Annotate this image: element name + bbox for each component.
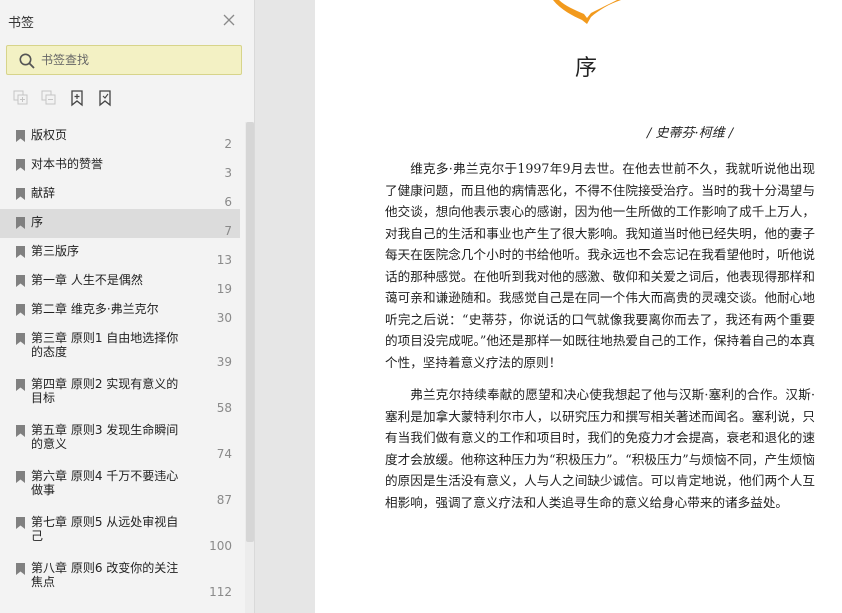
bookmark-label: 第六章 原则4 千万不要违心做事 xyxy=(31,469,179,497)
bookmark-page: 87 xyxy=(216,493,232,507)
body-paragraph: 弗兰克尔持续奉献的愿望和决心使我想起了他与汉斯·塞利的合作。汉斯·塞利是加拿大蒙… xyxy=(385,387,815,510)
bookmark-label: 第四章 原则2 实现有意义的目标 xyxy=(31,377,179,405)
bookmark-flag-icon xyxy=(16,130,25,142)
bookmark-flag-icon xyxy=(16,275,25,287)
bookmark-icon[interactable] xyxy=(96,89,114,107)
bookmark-item[interactable]: 第二章 维克多·弗兰克尔 30 xyxy=(0,296,240,325)
bookmark-label: 第二章 维克多·弗兰克尔 xyxy=(31,302,159,316)
document-page: 序 / 史蒂芬·柯维 / 维克多·弗兰克尔于1997年9月去世。在他去世前不久，… xyxy=(315,0,842,613)
close-icon[interactable] xyxy=(221,12,237,28)
sidebar-title: 书签 xyxy=(8,16,35,31)
bookmark-item[interactable]: 版权页 2 xyxy=(0,122,240,151)
bookmark-page: 6 xyxy=(224,195,232,209)
bookmark-flag-icon xyxy=(16,304,25,316)
bookmark-page: 74 xyxy=(216,447,232,461)
bookmark-label: 第三章 原则1 自由地选择你的态度 xyxy=(31,331,179,359)
bookmark-item[interactable]: 第三章 原则1 自由地选择你的态度 39 xyxy=(0,325,240,371)
bookmark-search-input[interactable] xyxy=(41,46,236,74)
bookmark-label: 献辞 xyxy=(31,186,56,200)
add-bookmark-icon[interactable] xyxy=(68,89,86,107)
bookmark-flag-icon xyxy=(16,188,25,200)
bookmark-item[interactable]: 第五章 原则3 发现生命瞬间的意义 74 xyxy=(0,417,240,463)
bookmark-page: 39 xyxy=(216,355,232,369)
bookmark-flag-icon xyxy=(16,425,25,437)
bookmark-flag-icon xyxy=(16,471,25,483)
bookmark-page: 19 xyxy=(216,282,232,296)
bookmark-item[interactable]: 第八章 原则6 改变你的关注焦点 112 xyxy=(0,555,240,601)
bookmark-page: 30 xyxy=(216,311,232,325)
bookmark-page: 112 xyxy=(209,585,232,599)
bookmark-page: 3 xyxy=(224,166,232,180)
bookmark-sidebar: 书签 版权 xyxy=(0,0,255,613)
collapse-all-icon[interactable] xyxy=(40,89,58,107)
author-line: / 史蒂芬·柯维 / xyxy=(647,126,734,141)
search-icon xyxy=(19,53,35,69)
bookmark-flag-icon xyxy=(16,517,25,529)
sidebar-header: 书签 xyxy=(0,0,254,40)
bookmark-page: 13 xyxy=(216,253,232,267)
bookmark-label: 序 xyxy=(31,215,44,229)
bookmark-label: 第三版序 xyxy=(31,244,80,258)
bookmark-item-active[interactable]: 序 7 xyxy=(0,209,240,238)
bookmark-label: 第七章 原则5 从远处审视自己 xyxy=(31,515,179,543)
sidebar-scrollbar[interactable] xyxy=(245,122,254,613)
bookmark-label: 第一章 人生不是偶然 xyxy=(31,273,143,287)
bookmark-flag-icon xyxy=(16,379,25,391)
bookmark-search-box[interactable] xyxy=(6,45,242,75)
bookmark-flag-icon xyxy=(16,333,25,345)
bookmark-item[interactable]: 第四章 原则2 实现有意义的目标 58 xyxy=(0,371,240,417)
bookmark-page: 7 xyxy=(224,224,232,238)
bookmark-item[interactable]: 对本书的赞誉 3 xyxy=(0,151,240,180)
bookmark-flag-icon xyxy=(16,217,25,229)
bookmark-item[interactable]: 第七章 原则5 从远处审视自己 100 xyxy=(0,509,240,555)
expand-all-icon[interactable] xyxy=(12,89,30,107)
bookmark-page: 58 xyxy=(216,401,232,415)
chapter-title: 序 xyxy=(575,56,598,81)
bookmark-toolbar xyxy=(10,89,150,109)
bookmark-label: 版权页 xyxy=(31,128,68,142)
bookmark-flag-icon xyxy=(16,246,25,258)
bookmark-flag-icon xyxy=(16,563,25,575)
bookmark-item[interactable]: 第六章 原则4 千万不要违心做事 87 xyxy=(0,463,240,509)
bookmark-label: 对本书的赞誉 xyxy=(31,157,104,171)
bookmark-item[interactable]: 第三版序 13 xyxy=(0,238,240,267)
bookmark-page: 2 xyxy=(224,137,232,151)
bookmark-page: 100 xyxy=(209,539,232,553)
bookmark-item[interactable]: 献辞 6 xyxy=(0,180,240,209)
bookmark-label: 第五章 原则3 发现生命瞬间的意义 xyxy=(31,423,179,451)
sidebar-scrollbar-thumb[interactable] xyxy=(246,122,254,542)
bookmark-label: 第八章 原则6 改变你的关注焦点 xyxy=(31,561,179,589)
chapter-ornament-icon xyxy=(553,0,621,24)
body-paragraph: 维克多·弗兰克尔于1997年9月去世。在他去世前不久，我就听说他出现了健康问题，… xyxy=(385,161,815,370)
bookmark-flag-icon xyxy=(16,159,25,171)
bookmark-item[interactable]: 第一章 人生不是偶然 19 xyxy=(0,267,240,296)
